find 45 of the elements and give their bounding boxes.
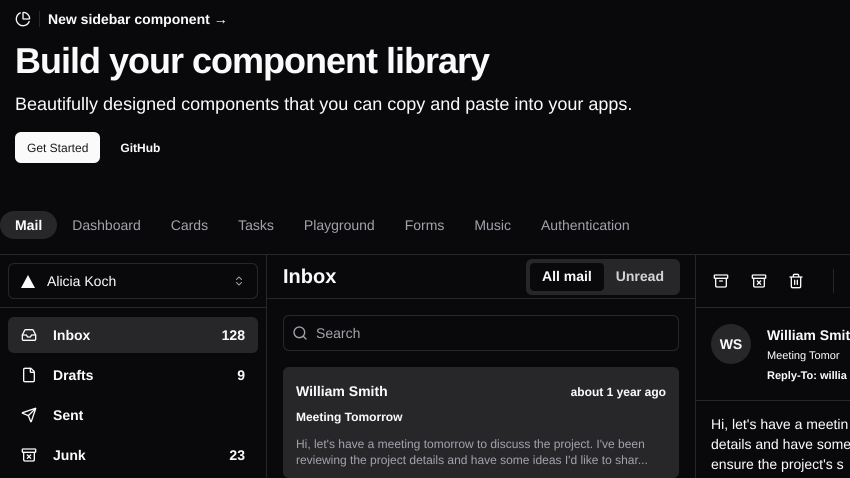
message-card[interactable]: William Smith about 1 year ago Meeting Tomorrow Hi, let's have a meeting tomorrow to discuss the project. I've been reviewing the project details and have some ideas I'd like to shar... [283, 367, 679, 478]
archive-x-icon [21, 447, 37, 463]
inbox-title: Inbox [283, 264, 336, 290]
nav-tab[interactable]: Mail [0, 211, 58, 239]
trash-icon [788, 273, 804, 289]
message-preview: Hi, let's have a meeting tomorrow to discuss the project. I've been reviewing the project details and have some ideas I'd like to shar... [296, 436, 649, 468]
hero-subtitle: Beautifully designed components that you can copy and paste into your apps. [15, 93, 634, 116]
sidebar-item[interactable]: Sent [8, 397, 258, 433]
nav-tab[interactable]: Authentication [526, 211, 645, 239]
search-field[interactable]: Search [283, 315, 679, 351]
announcement-link[interactable]: New sidebar component → [48, 8, 228, 30]
archive-icon [712, 273, 729, 289]
chevrons-icon [233, 275, 245, 287]
avatar: WS [711, 324, 751, 364]
detail-sender: William Smit [767, 326, 850, 344]
hero-title: Build your component library [15, 39, 491, 83]
sidebar-item[interactable]: Junk 23 [8, 437, 258, 473]
nav-tab[interactable]: Cards [156, 211, 224, 239]
triangle-logo-icon [21, 274, 35, 288]
filter-tab[interactable]: All mail [530, 262, 604, 290]
send-icon [21, 407, 37, 423]
sidebar-item[interactable]: Inbox 128 [8, 317, 258, 353]
filter-tab[interactable]: Unread [604, 262, 676, 290]
message-sender: William Smith [296, 382, 388, 401]
nav-tab[interactable]: Playground [288, 211, 390, 239]
nav-tab[interactable]: Forms [390, 211, 460, 239]
nav-tab[interactable]: Music [459, 211, 526, 239]
archive-x-button[interactable] [750, 272, 768, 290]
nav-tab[interactable]: Tasks [223, 211, 289, 239]
github-button[interactable]: GitHub [108, 132, 172, 163]
archive-button[interactable] [712, 272, 730, 290]
nav-tab[interactable]: Dashboard [57, 211, 156, 239]
detail-subject: Meeting Tomor [767, 349, 841, 363]
file-icon [21, 367, 37, 383]
detail-reply-to: Reply-To: willia [767, 369, 848, 383]
sidebar-item[interactable]: Drafts 9 [8, 357, 258, 393]
account-switcher[interactable]: Alicia Koch [8, 263, 258, 299]
trash-button[interactable] [787, 272, 806, 290]
message-subject: Meeting Tomorrow [296, 409, 404, 426]
archive-x-icon [750, 273, 766, 289]
inbox-icon [21, 327, 37, 343]
search-icon [292, 325, 308, 341]
message-time: about 1 year ago [570, 384, 666, 400]
get-started-button[interactable]: Get Started [15, 132, 100, 163]
pie-chart-icon [15, 11, 31, 27]
